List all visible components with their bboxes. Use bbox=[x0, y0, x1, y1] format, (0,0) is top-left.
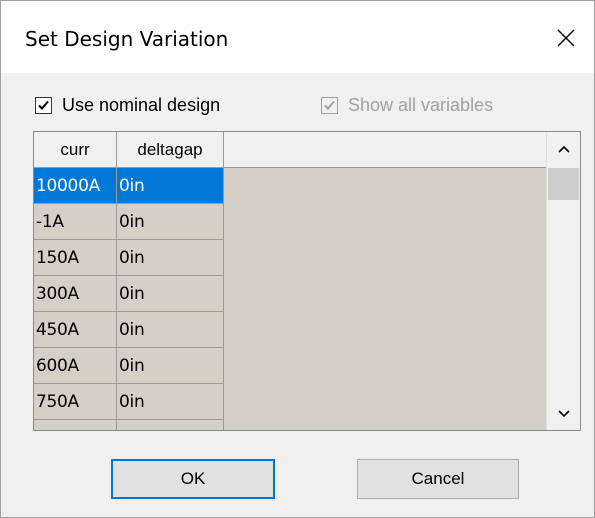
use-nominal-design-option[interactable]: Use nominal design bbox=[35, 93, 220, 117]
variation-grid[interactable]: curr deltagap 10000A 0in -1A 0in 150A 0in 300A… bbox=[33, 131, 581, 431]
cell-empty bbox=[34, 420, 117, 430]
cell-empty bbox=[117, 420, 224, 430]
close-icon bbox=[557, 29, 575, 47]
scroll-up-button[interactable] bbox=[547, 132, 580, 165]
cell-deltagap[interactable]: 0in bbox=[117, 384, 224, 420]
chevron-up-icon bbox=[557, 145, 570, 153]
column-header-deltagap[interactable]: deltagap bbox=[117, 132, 224, 168]
cell-deltagap[interactable]: 0in bbox=[117, 348, 224, 384]
ok-button[interactable]: OK bbox=[111, 459, 275, 499]
cell-deltagap[interactable]: 0in bbox=[117, 276, 224, 312]
cancel-button[interactable]: Cancel bbox=[357, 459, 519, 499]
cell-curr[interactable]: -1A bbox=[34, 204, 117, 240]
column-header-curr[interactable]: curr bbox=[34, 132, 117, 168]
cell-deltagap[interactable]: 0in bbox=[117, 312, 224, 348]
scroll-thumb[interactable] bbox=[548, 168, 579, 200]
close-button[interactable] bbox=[549, 21, 583, 55]
cell-curr[interactable]: 750A bbox=[34, 384, 117, 420]
scroll-down-button[interactable] bbox=[547, 397, 580, 430]
vertical-scrollbar[interactable] bbox=[546, 132, 580, 430]
cell-curr[interactable]: 450A bbox=[34, 312, 117, 348]
cell-deltagap[interactable]: 0in bbox=[117, 204, 224, 240]
cell-curr[interactable]: 300A bbox=[34, 276, 117, 312]
cell-curr[interactable]: 600A bbox=[34, 348, 117, 384]
show-all-variables-option: Show all variables bbox=[321, 93, 493, 117]
cell-deltagap[interactable]: 0in bbox=[117, 240, 224, 276]
show-all-variables-label: Show all variables bbox=[348, 94, 494, 115]
checkmark-icon bbox=[38, 100, 49, 110]
cell-curr[interactable]: 10000A bbox=[34, 168, 117, 204]
title-bar: Set Design Variation bbox=[1, 1, 594, 73]
column-header-empty bbox=[224, 132, 548, 168]
use-nominal-design-checkbox[interactable] bbox=[35, 96, 52, 114]
cell-deltagap[interactable]: 0in bbox=[117, 168, 224, 204]
set-design-variation-dialog: Set Design Variation Use nominal design … bbox=[0, 0, 595, 518]
cell-curr[interactable]: 150A bbox=[34, 240, 117, 276]
chevron-down-icon bbox=[557, 409, 570, 417]
dialog-title: Set Design Variation bbox=[25, 27, 229, 51]
use-nominal-design-label: Use nominal design bbox=[62, 94, 221, 115]
show-all-variables-checkbox bbox=[321, 96, 338, 114]
checkmark-icon bbox=[324, 100, 335, 110]
grid-empty-area bbox=[224, 168, 546, 430]
